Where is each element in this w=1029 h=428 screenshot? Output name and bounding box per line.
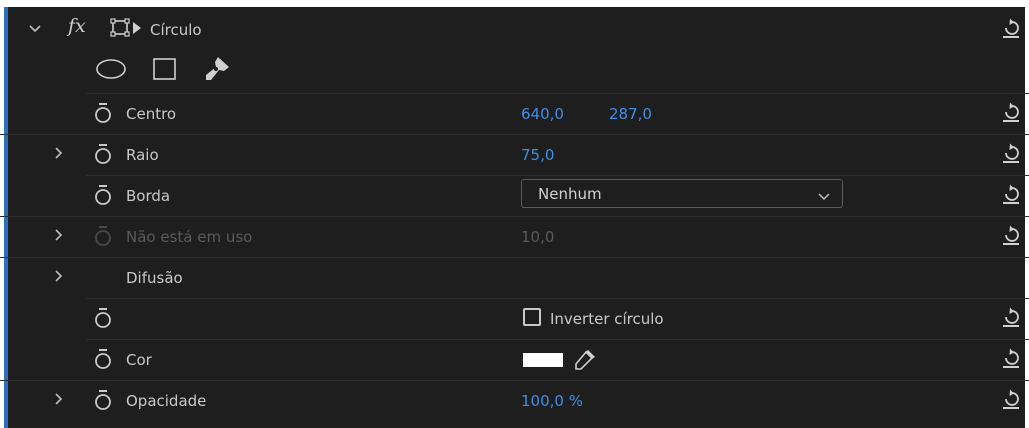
opacity-value[interactable]: 100,0 % (521, 391, 583, 411)
effect-title: Círculo (150, 21, 202, 39)
property-label: Não está em uso (126, 228, 253, 246)
dropdown-selected-value: Nenhum (538, 185, 602, 203)
chevron-right-icon[interactable] (51, 226, 65, 244)
rectangle-mask-tool[interactable] (152, 56, 178, 82)
position-y-value[interactable]: 287,0 (609, 104, 652, 124)
property-row-opacidade: Opacidade 100,0 % (0, 380, 1029, 425)
position-x-value[interactable]: 640,0 (521, 104, 564, 124)
chevron-right-icon[interactable] (51, 390, 65, 408)
stopwatch-icon[interactable] (94, 143, 112, 165)
pen-mask-tool[interactable] (202, 54, 232, 84)
property-row-raio: Raio 75,0 (0, 134, 1029, 176)
chevron-down-icon (818, 188, 830, 201)
property-row-cor: Cor (86, 339, 1029, 381)
reset-icon[interactable] (1001, 224, 1021, 246)
fx-badge[interactable]: fx (68, 15, 86, 37)
stopwatch-icon[interactable] (94, 184, 112, 206)
stroke-dropdown[interactable]: Nenhum (521, 179, 843, 208)
property-label: Centro (126, 105, 177, 123)
reset-icon[interactable] (1001, 306, 1021, 328)
property-label: Borda (126, 187, 171, 205)
stopwatch-icon (94, 225, 112, 247)
reset-icon[interactable] (1001, 101, 1021, 123)
property-label: Raio (126, 146, 159, 164)
chevron-right-icon[interactable] (51, 267, 65, 285)
invert-checkbox-label[interactable]: Inverter círculo (550, 309, 664, 329)
reset-icon[interactable] (1001, 347, 1021, 369)
transform-mask-icon[interactable] (110, 17, 144, 39)
stopwatch-icon[interactable] (94, 102, 112, 124)
radius-value[interactable]: 75,0 (521, 145, 554, 165)
property-label: Opacidade (126, 392, 207, 410)
invert-checkbox[interactable] (523, 308, 541, 326)
disabled-value: 10,0 (521, 228, 555, 246)
effect-header-row[interactable]: fx Círculo (4, 10, 1029, 51)
stopwatch-icon[interactable] (94, 348, 112, 370)
reset-icon[interactable] (1001, 388, 1021, 410)
property-row-inverter: Inverter círculo (86, 298, 1029, 340)
reset-icon[interactable] (1001, 142, 1021, 164)
reset-icon[interactable] (1001, 17, 1021, 39)
chevron-down-icon[interactable] (28, 20, 42, 38)
stopwatch-icon[interactable] (94, 389, 112, 411)
color-swatch[interactable] (523, 353, 563, 367)
property-label: Difusão (126, 269, 183, 287)
property-label: Cor (126, 351, 152, 369)
property-row-nao-em-uso: Não está em uso 10,0 (0, 216, 1029, 258)
property-row-difusao: Difusão (0, 257, 1029, 299)
chevron-right-icon[interactable] (51, 144, 65, 162)
property-row-borda: Borda Nenhum (86, 175, 1029, 217)
stopwatch-icon[interactable] (94, 307, 112, 329)
ellipse-mask-tool[interactable] (95, 57, 127, 81)
eyedropper-icon[interactable] (571, 347, 597, 373)
reset-icon[interactable] (1001, 183, 1021, 205)
mask-tools-row (86, 51, 1029, 92)
property-row-centro: Centro 640,0 287,0 (86, 93, 1029, 135)
